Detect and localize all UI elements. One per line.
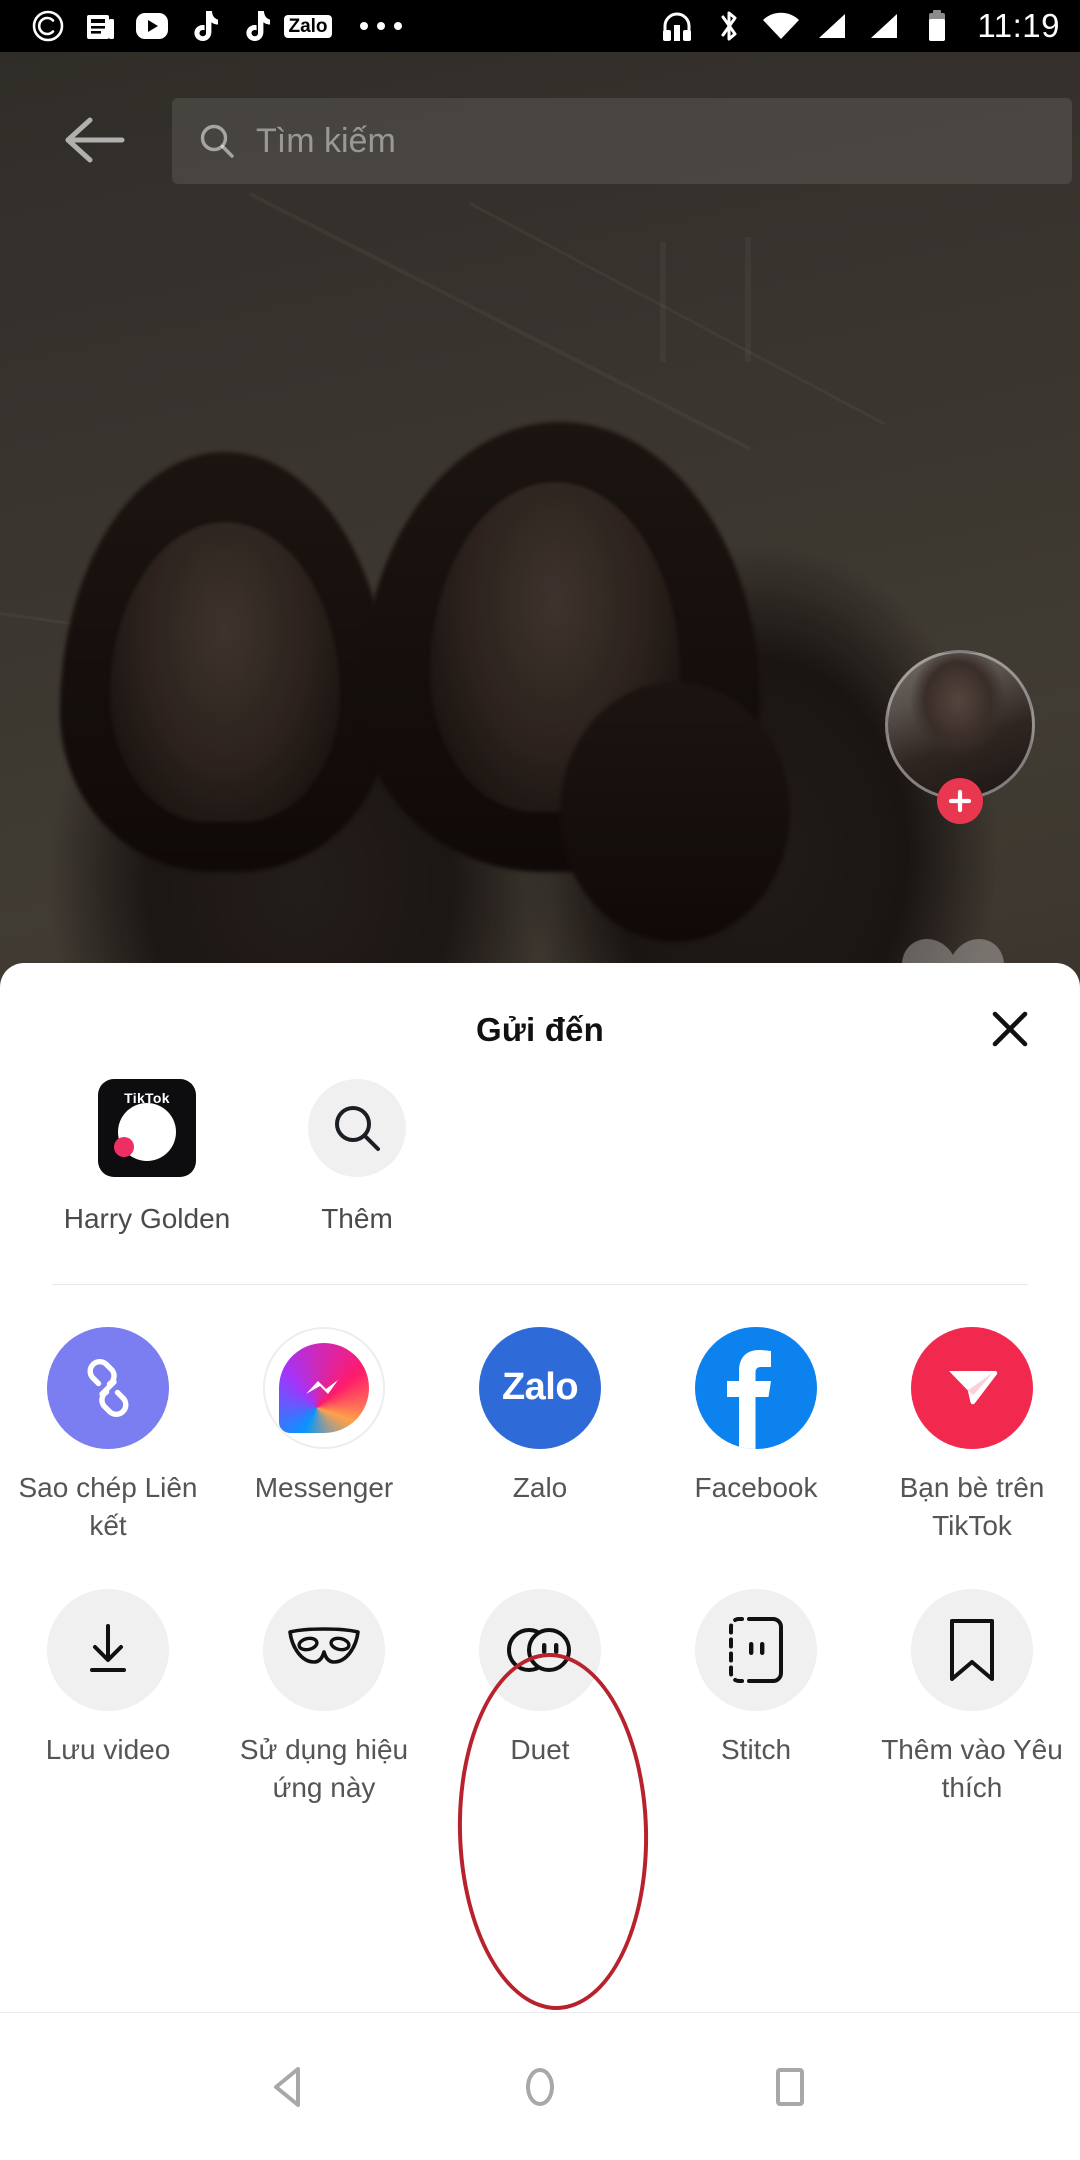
link-icon [47, 1326, 169, 1449]
facebook-icon [695, 1326, 817, 1449]
follow-button[interactable] [937, 778, 983, 824]
bookmark-icon [911, 1589, 1033, 1712]
status-right-icons: 11:19 [651, 6, 1080, 46]
youtube-icon [126, 6, 178, 46]
search-input[interactable]: Tìm kiếm [172, 98, 1072, 184]
zalo-icon: Zalo [282, 6, 334, 46]
share-option-copy-link[interactable]: Sao chép Liên kết [0, 1326, 216, 1545]
headphones-icon [651, 6, 703, 46]
nav-back-icon[interactable] [165, 2013, 415, 2160]
stitch-icon [695, 1589, 817, 1712]
plus-icon [948, 789, 972, 813]
bluetooth-icon [703, 6, 755, 46]
search-icon [308, 1079, 406, 1177]
send-plane-icon [911, 1326, 1033, 1449]
news-icon [74, 6, 126, 46]
share-option-label: Messenger [254, 1471, 394, 1503]
share-option-label: Sử dụng hiệu ứng này [239, 1734, 409, 1804]
contact-label: Thêm [321, 1203, 393, 1234]
share-option-tiktok-friends[interactable]: Bạn bè trên TikTok [864, 1326, 1080, 1545]
nav-home-icon[interactable] [415, 2013, 665, 2160]
more-notifications-icon [334, 22, 428, 30]
signal-icon-1 [807, 6, 859, 46]
zalo-wordmark: Zalo [501, 1366, 579, 1409]
share-option-use-effect[interactable]: Sử dụng hiệu ứng này [216, 1589, 432, 1807]
share-option-messenger[interactable]: Messenger [216, 1326, 432, 1545]
mask-icon [263, 1589, 385, 1712]
share-option-label: Zalo [512, 1471, 568, 1503]
share-option-label: Bạn bè trên TikTok [899, 1471, 1045, 1542]
share-option-stitch[interactable]: Stitch [648, 1589, 864, 1807]
android-nav-bar [0, 2013, 1080, 2160]
search-placeholder: Tìm kiếm [256, 121, 396, 160]
tiktok-icon [178, 6, 230, 46]
tiktok-icon-2 [230, 6, 282, 46]
back-arrow-icon[interactable] [60, 105, 130, 175]
zalo-icon: Zalo [479, 1326, 601, 1449]
share-sheet: Gửi đến TikTok Harry Golden Thêm Sao ché… [0, 963, 1080, 2012]
sheet-divider [52, 1283, 1028, 1285]
share-contacts-row: TikTok Harry Golden Thêm [0, 1079, 1080, 1238]
share-option-save-video[interactable]: Lưu video [0, 1589, 216, 1807]
share-option-label: Sao chép Liên kết [18, 1471, 198, 1542]
share-option-label: Duet [510, 1734, 570, 1766]
share-apps-row-1: Sao chép Liên kết Messenger Zalo Zalo Fa… [0, 1326, 1080, 1545]
share-sheet-header: Gửi đến [0, 963, 1080, 1079]
nav-recents-icon[interactable] [665, 2013, 915, 2160]
share-option-zalo[interactable]: Zalo Zalo [432, 1326, 648, 1545]
share-option-duet[interactable]: Duet [432, 1589, 648, 1807]
download-icon [47, 1589, 169, 1712]
share-option-label: Facebook [694, 1471, 818, 1503]
tiktok-app-avatar: TikTok [98, 1079, 196, 1177]
contact-harry-golden[interactable]: TikTok Harry Golden [42, 1079, 252, 1238]
close-icon[interactable] [982, 1001, 1038, 1057]
navbar-divider [0, 2012, 1080, 2013]
share-option-label: Stitch [720, 1734, 792, 1766]
share-option-label: Lưu video [45, 1734, 171, 1766]
share-option-label: Thêm vào Yêu thích [881, 1734, 1063, 1804]
share-option-add-to-favorites[interactable]: Thêm vào Yêu thích [864, 1589, 1080, 1807]
clock: 11:19 [977, 7, 1060, 44]
share-option-facebook[interactable]: Facebook [648, 1326, 864, 1545]
screen-root: Tìm kiếm Zalo 11:19 Gửi đến TikTok Harry… [0, 0, 1080, 2160]
battery-icon [911, 6, 963, 46]
share-apps-row-2: Lưu video Sử dụng hiệu ứng này Duet Stit… [0, 1589, 1080, 1807]
zalo-label: Zalo [284, 14, 332, 38]
messenger-icon [263, 1326, 385, 1449]
status-left-icons: Zalo [0, 6, 428, 46]
contact-label: Harry Golden [63, 1203, 231, 1234]
status-bar: Zalo 11:19 [0, 0, 1080, 52]
author-avatar[interactable] [885, 650, 1035, 824]
signal-icon-2 [859, 6, 911, 46]
wifi-icon [755, 6, 807, 46]
copyright-icon [22, 6, 74, 46]
contact-more[interactable]: Thêm [252, 1079, 462, 1238]
share-sheet-title: Gửi đến [476, 1011, 604, 1048]
search-icon [200, 124, 234, 158]
duet-icon [479, 1589, 601, 1712]
